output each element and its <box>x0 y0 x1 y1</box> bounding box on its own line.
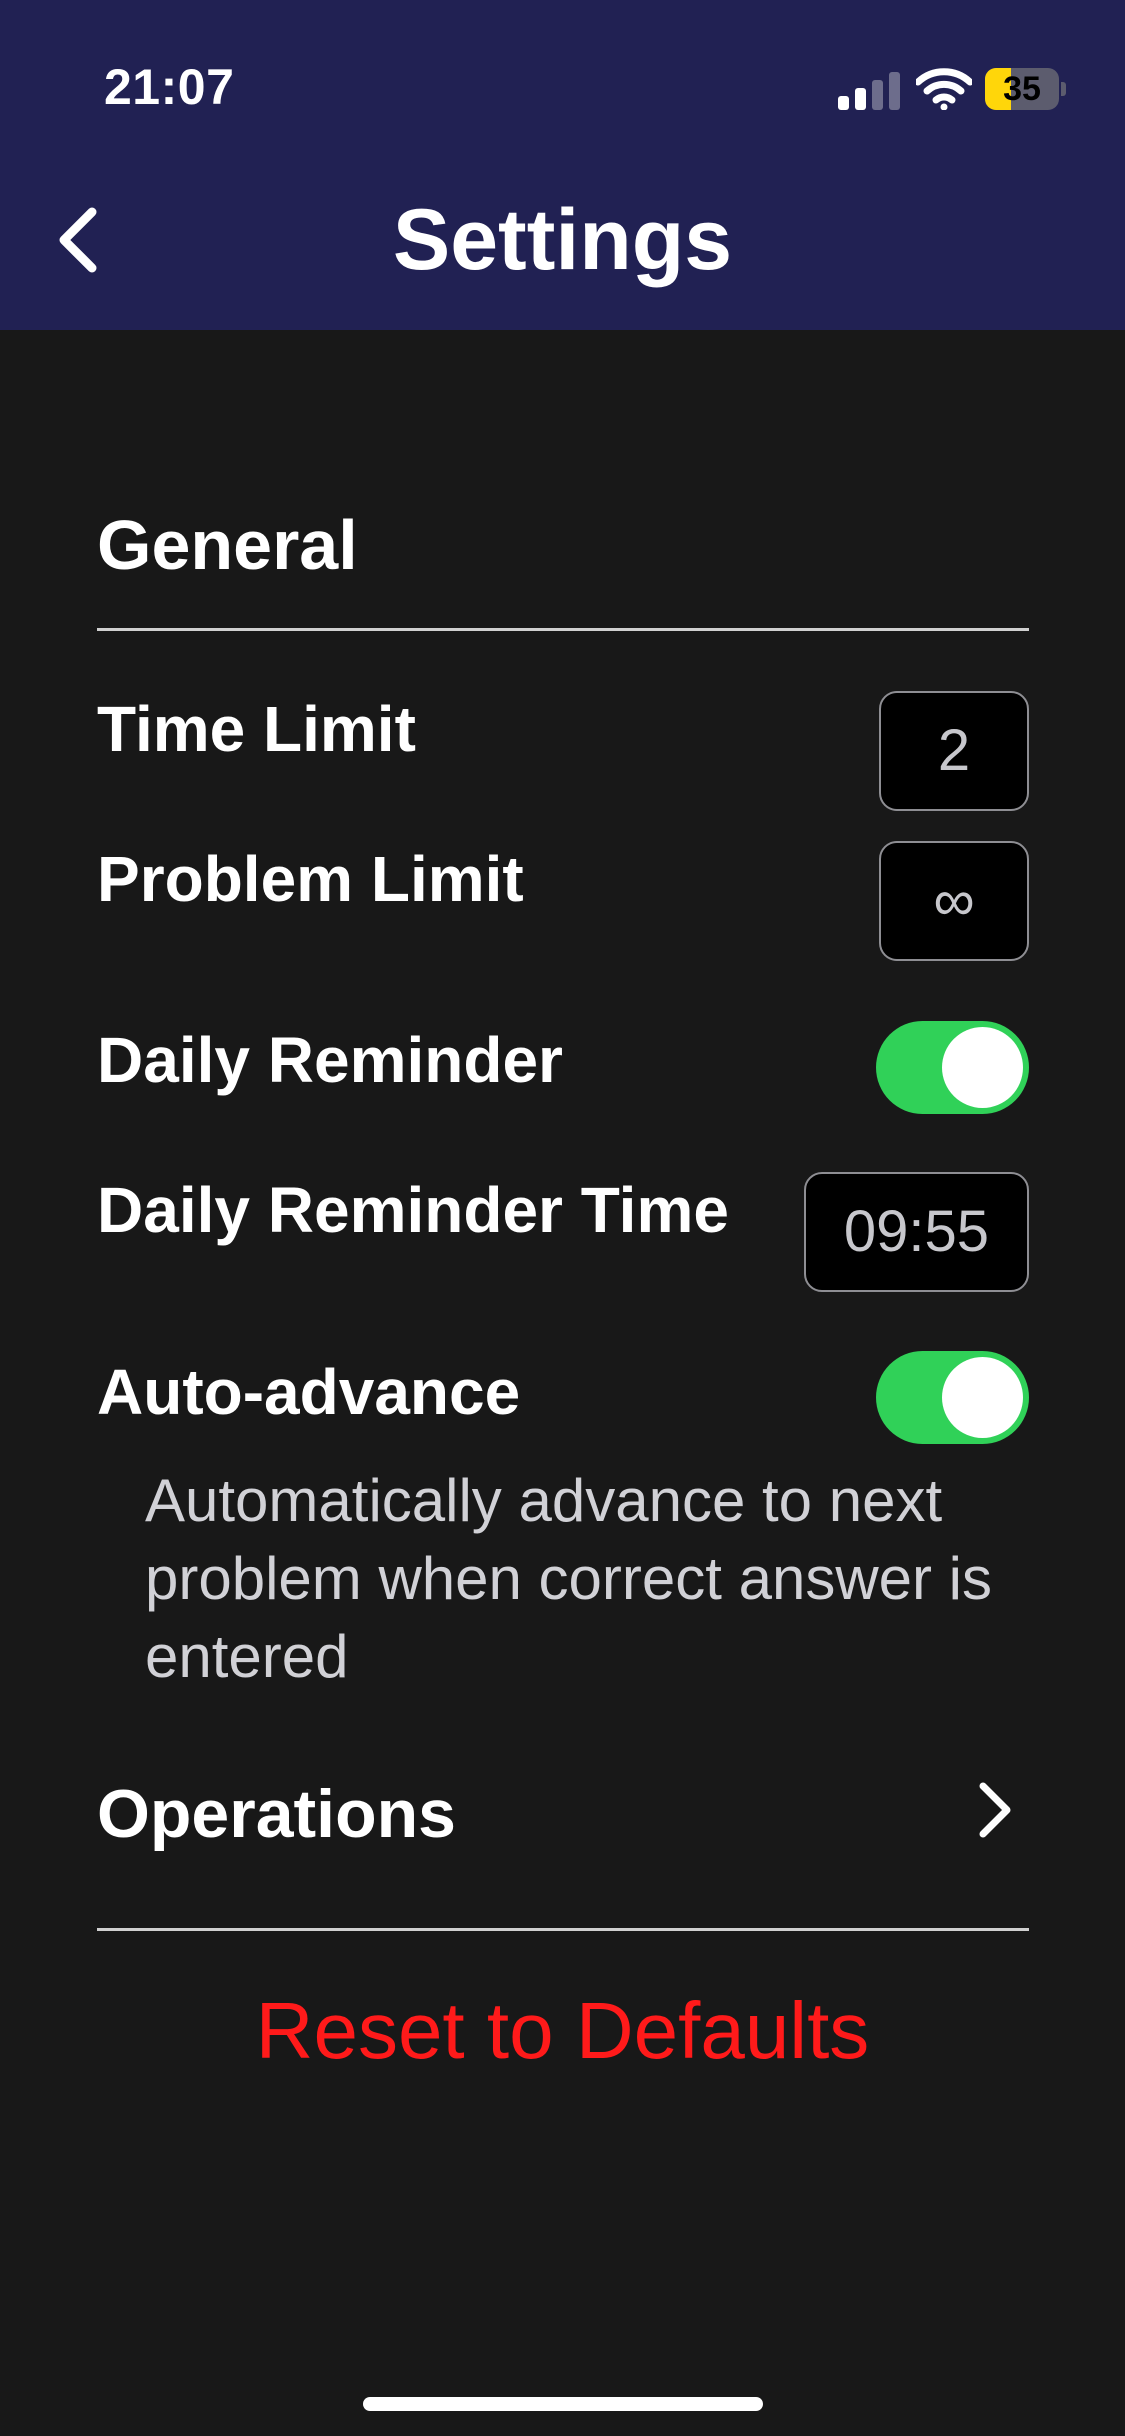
cellular-signal-icon <box>838 70 900 110</box>
chevron-right-icon[interactable] <box>975 1780 1015 1840</box>
time-limit-label: Time Limit <box>97 693 416 765</box>
section-title-general: General <box>97 506 358 584</box>
reset-to-defaults-button[interactable]: Reset to Defaults <box>0 1985 1125 2077</box>
battery-icon: 35 <box>985 68 1066 110</box>
problem-limit-field[interactable]: ∞ <box>879 841 1029 961</box>
daily-reminder-time-field[interactable]: 09:55 <box>804 1172 1029 1292</box>
operations-row[interactable]: Operations <box>97 1775 456 1853</box>
daily-reminder-toggle[interactable] <box>876 1021 1029 1114</box>
operations-divider <box>97 1928 1029 1931</box>
daily-reminder-time-label: Daily Reminder Time <box>97 1174 729 1246</box>
navigation-header: 21:07 35 Settings <box>0 0 1125 330</box>
auto-advance-description: Automatically advance to next problem wh… <box>145 1467 993 1690</box>
problem-limit-label: Problem Limit <box>97 843 524 915</box>
home-indicator <box>363 2397 763 2411</box>
wifi-icon <box>916 68 972 110</box>
time-limit-field[interactable]: 2 <box>879 691 1029 811</box>
battery-level: 35 <box>1003 70 1041 108</box>
status-time: 21:07 <box>104 59 235 115</box>
auto-advance-toggle[interactable] <box>876 1351 1029 1444</box>
toggle-knob <box>942 1027 1023 1108</box>
page-title: Settings <box>392 192 733 288</box>
auto-advance-label: Auto-advance <box>97 1356 521 1428</box>
toggle-knob <box>942 1357 1023 1438</box>
daily-reminder-label: Daily Reminder <box>97 1024 563 1096</box>
section-divider <box>97 628 1029 631</box>
